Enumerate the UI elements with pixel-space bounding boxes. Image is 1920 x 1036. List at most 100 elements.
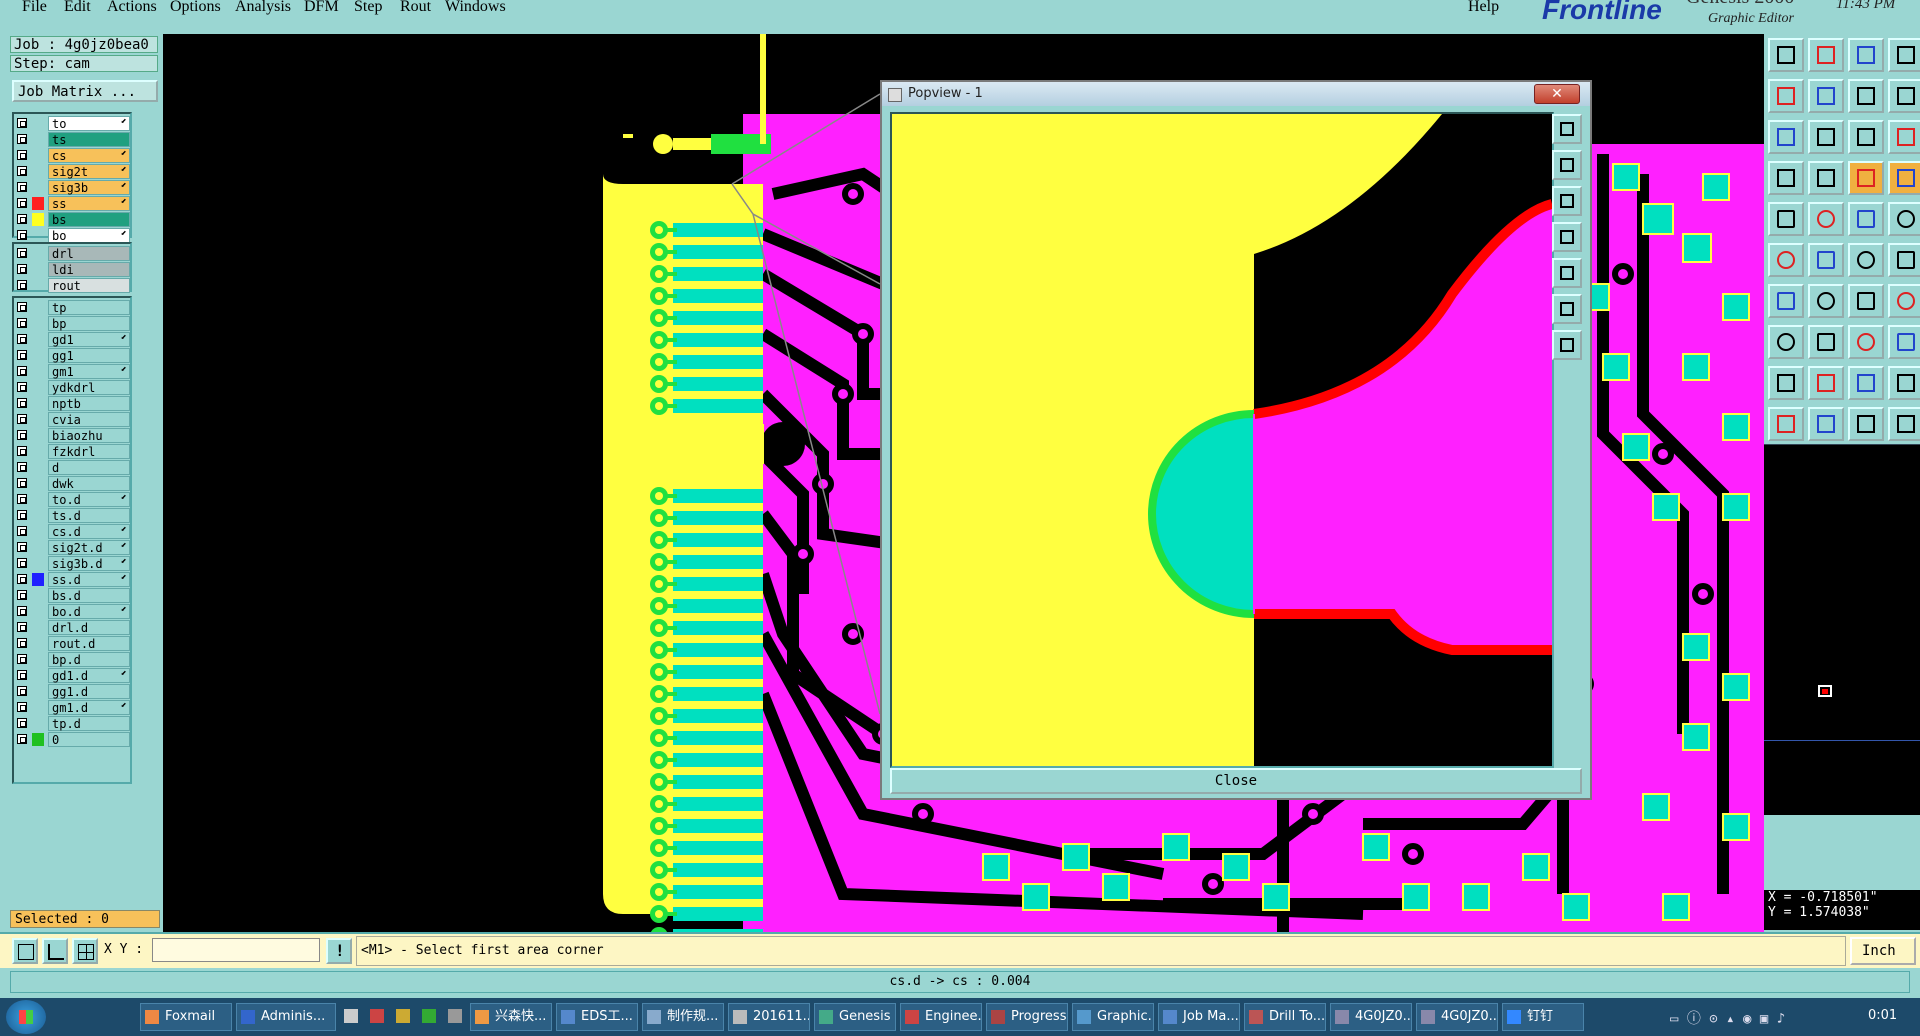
taskbar-item[interactable]: 制作规... [642, 1003, 724, 1031]
layer-name[interactable]: drl [48, 246, 130, 261]
layer-row-gg1-d[interactable]: gg1.d [14, 684, 130, 699]
layer-name[interactable]: gd1 [48, 332, 130, 347]
menu-dfm[interactable]: DFM [304, 0, 339, 16]
pan-right-button[interactable] [1808, 79, 1844, 113]
layer-name[interactable]: fzkdrl [48, 444, 130, 459]
layer-name[interactable]: bo [48, 228, 130, 243]
layer-row-ts-d[interactable]: ts.d [14, 508, 130, 523]
layer-name[interactable]: bp.d [48, 652, 130, 667]
taskbar-item[interactable] [418, 1003, 440, 1031]
layer-checkbox[interactable] [17, 494, 27, 504]
grid-button[interactable] [1808, 161, 1844, 195]
break-button[interactable] [1768, 325, 1804, 359]
layer-name[interactable]: dwk [48, 476, 130, 491]
menu-help[interactable]: Help [1468, 0, 1499, 16]
layer-name[interactable]: sig2t.d [48, 540, 130, 555]
layer-checkbox[interactable] [17, 150, 27, 160]
delete-button[interactable] [1848, 284, 1884, 318]
layer-checkbox[interactable] [17, 414, 27, 424]
rotate-button[interactable] [1808, 243, 1844, 277]
layer-name[interactable]: tp.d [48, 716, 130, 731]
layer-checkbox[interactable] [17, 166, 27, 176]
popview-zoom-out-button[interactable] [1552, 186, 1582, 216]
layer-row-tp[interactable]: tp [14, 300, 130, 315]
layer-checkbox[interactable] [17, 198, 27, 208]
layer-checkbox[interactable] [17, 606, 27, 616]
layer-checkbox[interactable] [17, 264, 27, 274]
snap-button[interactable] [1888, 120, 1920, 154]
layer-name[interactable]: ss [48, 196, 130, 211]
popview-zoom-home-button[interactable] [1552, 114, 1582, 144]
taskbar-item[interactable]: 钉钉 [1502, 1003, 1584, 1031]
layer-name[interactable]: rout.d [48, 636, 130, 651]
layer-row-bp-d[interactable]: bp.d [14, 652, 130, 667]
layer-row-bs-d[interactable]: bs.d [14, 588, 130, 603]
layer-checkbox[interactable] [17, 654, 27, 664]
popview-pan-left-button[interactable] [1552, 222, 1582, 252]
layer-row-gm1-d[interactable]: gm1.d ⬋ [14, 700, 130, 715]
taskbar-item[interactable] [340, 1003, 362, 1031]
taskbar-item[interactable]: Genesis [814, 1003, 896, 1031]
tool-38-button[interactable] [1848, 407, 1884, 441]
zoom-home-button[interactable] [1768, 38, 1804, 72]
layer-row-sig2t-d[interactable]: sig2t.d ⬋ [14, 540, 130, 555]
layer-row-ts[interactable]: ts [14, 132, 130, 147]
layer-name[interactable]: ss.d [48, 572, 130, 587]
layer-checkbox[interactable] [17, 718, 27, 728]
arc-add-button[interactable] [1768, 243, 1804, 277]
taskbar-item[interactable]: Graphic... [1072, 1003, 1154, 1031]
move-button[interactable] [1888, 202, 1920, 236]
layer-row-biaozhu[interactable]: biaozhu [14, 428, 130, 443]
popview-zoom-fit-button[interactable] [1552, 294, 1582, 324]
pad-circle-button[interactable] [1808, 202, 1844, 236]
layer-name[interactable]: gm1 [48, 364, 130, 379]
layer-name[interactable]: d [48, 460, 130, 475]
pan-left-button[interactable] [1768, 79, 1804, 113]
layer-row-gm1[interactable]: gm1 ⬋ [14, 364, 130, 379]
layer-checkbox[interactable] [17, 398, 27, 408]
attr-button[interactable] [1888, 243, 1920, 277]
route-edit-button[interactable] [1768, 161, 1804, 195]
layer-checkbox[interactable] [17, 462, 27, 472]
join-button[interactable] [1808, 284, 1844, 318]
popview-zoom-window-button[interactable] [1552, 330, 1582, 360]
layer-row-ss-d[interactable]: ss.d ⬋ [14, 572, 130, 587]
measure-button[interactable] [1768, 202, 1804, 236]
menu-analysis[interactable]: Analysis [235, 0, 291, 16]
layer-checkbox[interactable] [17, 526, 27, 536]
layer-name[interactable]: sig3b.d [48, 556, 130, 571]
info-button[interactable]: ! [326, 938, 352, 964]
layer-checkbox[interactable] [17, 702, 27, 712]
layer-name[interactable]: ydkdrl [48, 380, 130, 395]
taskbar-item[interactable] [366, 1003, 388, 1031]
layer-checkbox[interactable] [17, 382, 27, 392]
layer-row-rout[interactable]: rout [14, 278, 130, 293]
layer-checkbox[interactable] [17, 638, 27, 648]
zoom-fit-button[interactable] [1848, 79, 1884, 113]
layer-name[interactable]: gg1 [48, 348, 130, 363]
layer-row-cvia[interactable]: cvia [14, 412, 130, 427]
filter-button[interactable] [1888, 325, 1920, 359]
layer-name[interactable]: bp [48, 316, 130, 331]
layer-checkbox[interactable] [17, 280, 27, 290]
start-button[interactable] [6, 1000, 46, 1034]
layer-checkbox[interactable] [17, 446, 27, 456]
layer-checkbox[interactable] [17, 248, 27, 258]
layer-row-bp[interactable]: bp [14, 316, 130, 331]
xy-input[interactable] [152, 938, 320, 962]
layer-name[interactable]: cs.d [48, 524, 130, 539]
taskbar-item[interactable]: 4G0JZ0... [1416, 1003, 1498, 1031]
layer-name[interactable]: 0 [48, 732, 130, 747]
layer-row-drl-d[interactable]: drl.d [14, 620, 130, 635]
layer-row-rout-d[interactable]: rout.d [14, 636, 130, 651]
layer-row-ldi[interactable]: ldi [14, 262, 130, 277]
layer-checkbox[interactable] [17, 214, 27, 224]
layer-checkbox[interactable] [17, 558, 27, 568]
layer-name[interactable]: tp [48, 300, 130, 315]
pointer-button[interactable] [1848, 366, 1884, 400]
menu-edit[interactable]: Edit [64, 0, 91, 16]
taskbar-item[interactable] [392, 1003, 414, 1031]
layer-checkbox[interactable] [17, 510, 27, 520]
polygon-button[interactable] [1768, 284, 1804, 318]
grid-tool-button[interactable] [72, 938, 98, 964]
